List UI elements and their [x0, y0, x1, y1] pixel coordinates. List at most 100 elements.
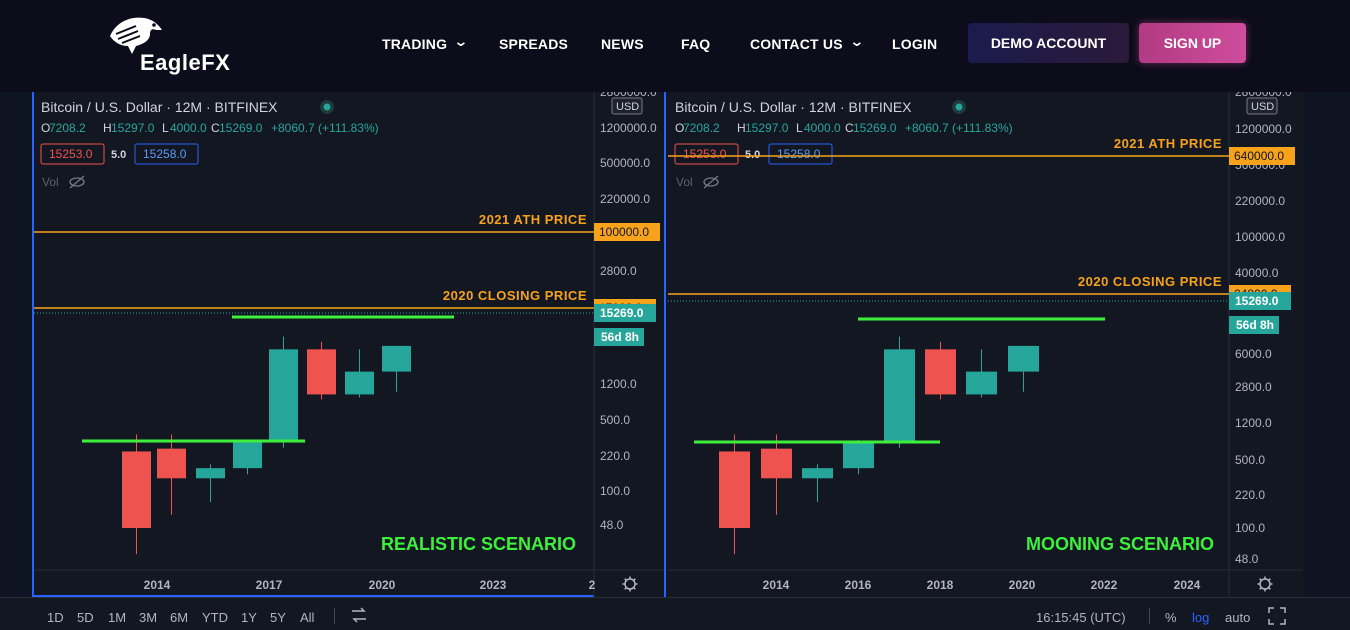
candle-body[interactable] [233, 440, 262, 469]
y-tick-label: 500000.0 [600, 156, 650, 170]
log-toggle[interactable]: log [1192, 610, 1209, 625]
bid-price: 15253.0 [49, 147, 93, 161]
sign-up-button[interactable]: SIGN UP [1139, 23, 1246, 63]
ohlc-value-o: 7208.2 [49, 121, 86, 135]
chevron-down-icon[interactable]: ⌄ [849, 33, 865, 50]
x-tick-label: 2 [589, 578, 596, 592]
last-price-value: 15269.0 [1235, 294, 1279, 308]
x-tick-label: 2020 [369, 578, 396, 592]
candle-body[interactable] [884, 349, 915, 441]
symbol-title: Bitcoin / U.S. Dollar · 12M · BITFINEX [675, 99, 912, 115]
currency-label: USD [616, 101, 639, 113]
left-gutter [0, 92, 32, 597]
nav-item-label: CONTACT US [750, 36, 843, 52]
x-tick-label: 2024 [1174, 578, 1201, 592]
candle-body[interactable] [345, 371, 374, 395]
candle-body[interactable] [966, 371, 997, 395]
candle-body[interactable] [719, 451, 750, 528]
range-button-3m[interactable]: 3M [139, 610, 157, 625]
candlestick-chart-realistic[interactable]: 2800000.01200000.0500000.0220000.040000.… [34, 85, 664, 597]
range-button-1y[interactable]: 1Y [241, 610, 257, 625]
scenario-label: REALISTIC SCENARIO [381, 534, 576, 554]
eye-hidden-icon[interactable] [703, 175, 719, 189]
ath-price-value: 100000.0 [599, 225, 649, 239]
nav-item-trading[interactable]: TRADING ⌄ [382, 33, 469, 53]
spread-value: 5.0 [745, 149, 760, 161]
demo-account-button[interactable]: DEMO ACCOUNT [968, 23, 1129, 63]
nav-item-login[interactable]: LOGIN [892, 36, 937, 52]
vol-label: Vol [42, 175, 59, 189]
x-tick-label: 2022 [1091, 578, 1118, 592]
ohlc-key: L [796, 121, 803, 135]
range-button-5y[interactable]: 5Y [270, 610, 286, 625]
y-tick-label: 2800.0 [1235, 380, 1272, 394]
y-tick-label: 500.0 [1235, 453, 1265, 467]
ohlc-value-l: 4000.0 [804, 121, 841, 135]
ohlc-value-c: 15269.0 [219, 121, 263, 135]
last-price-value: 15269.0 [600, 306, 644, 320]
countdown-value: 56d 8h [1236, 318, 1274, 332]
range-button-ytd[interactable]: YTD [202, 610, 228, 625]
x-tick-label: 2023 [480, 578, 507, 592]
candle-body[interactable] [307, 349, 336, 395]
nav-item-label: LOGIN [892, 36, 938, 52]
y-tick-label: 1200000.0 [1235, 122, 1292, 136]
bottom-toolbar: 1D 5D 1M 3M 6M YTD 1Y 5Y All 16:15:45 (UTC) % lo… [0, 597, 1350, 630]
y-tick-label: 220.0 [1235, 488, 1265, 502]
auto-toggle[interactable]: auto [1225, 610, 1250, 625]
nav-item-spreads[interactable]: SPREADS [499, 36, 568, 52]
range-button-5d[interactable]: 5D [77, 610, 94, 625]
candle-body[interactable] [196, 468, 225, 479]
ath-label: 2021 ATH PRICE [479, 212, 587, 227]
ask-price: 15258.0 [777, 147, 821, 161]
toolbar-divider [1149, 608, 1150, 624]
candle-body[interactable] [843, 440, 874, 469]
x-tick-label: 2014 [144, 578, 171, 592]
chart-panel-realistic[interactable]: 2800000.01200000.0500000.0220000.040000.… [32, 85, 666, 597]
nav-item-contact-us[interactable]: CONTACT US ⌄ [750, 33, 865, 53]
y-tick-label: 40000.0 [1235, 266, 1279, 280]
fullscreen-icon[interactable] [1268, 607, 1286, 628]
symbol-title: Bitcoin / U.S. Dollar · 12M · BITFINEX [41, 99, 278, 115]
y-tick-label: 2800.0 [600, 264, 637, 278]
ath-label: 2021 ATH PRICE [1114, 136, 1222, 151]
bid-price: 15253.0 [683, 147, 727, 161]
closing-label: 2020 CLOSING PRICE [443, 288, 587, 303]
nav-item-news[interactable]: NEWS [601, 36, 644, 52]
x-tick-label: 2016 [845, 578, 872, 592]
candle-body[interactable] [269, 349, 298, 441]
y-tick-label: 1200.0 [600, 377, 637, 391]
countdown-value: 56d 8h [601, 330, 639, 344]
candle-body[interactable] [157, 448, 186, 479]
range-button-6m[interactable]: 6M [170, 610, 188, 625]
right-gutter [1303, 92, 1350, 597]
candle-body[interactable] [382, 345, 411, 372]
x-tick-label: 2020 [1009, 578, 1036, 592]
percent-toggle[interactable]: % [1165, 610, 1177, 625]
y-tick-label: 220000.0 [1235, 194, 1285, 208]
y-tick-label: 1200.0 [1235, 416, 1272, 430]
eaglefx-logo[interactable]: EagleFX [106, 14, 236, 76]
y-tick-label: 48.0 [600, 518, 624, 532]
range-button-1d[interactable]: 1D [47, 610, 64, 625]
x-tick-label: 2014 [763, 578, 790, 592]
site-header: EagleFX TRADING ⌄ SPREADS NEWS FAQ CONTACT US… [0, 0, 1350, 92]
candle-body[interactable] [925, 349, 956, 395]
range-button-1m[interactable]: 1M [108, 610, 126, 625]
compare-icon[interactable] [350, 607, 368, 626]
candle-body[interactable] [761, 448, 792, 479]
candle-body[interactable] [802, 468, 833, 479]
candle-body[interactable] [122, 451, 151, 528]
y-tick-label: 100.0 [600, 484, 630, 498]
chart-panel-mooning[interactable]: 2800000.01200000.0560000.0220000.0100000… [668, 85, 1303, 597]
ohlc-key: L [162, 121, 169, 135]
range-button-all[interactable]: All [300, 610, 314, 625]
candlestick-chart-mooning[interactable]: 2800000.01200000.0560000.0220000.0100000… [668, 85, 1303, 597]
vol-label: Vol [676, 175, 693, 189]
nav-item-label: SPREADS [499, 36, 569, 52]
market-open-icon [955, 103, 963, 111]
chevron-down-icon[interactable]: ⌄ [453, 33, 469, 50]
candle-body[interactable] [1008, 345, 1039, 372]
nav-item-faq[interactable]: FAQ [681, 36, 710, 52]
eye-hidden-icon[interactable] [69, 175, 85, 189]
